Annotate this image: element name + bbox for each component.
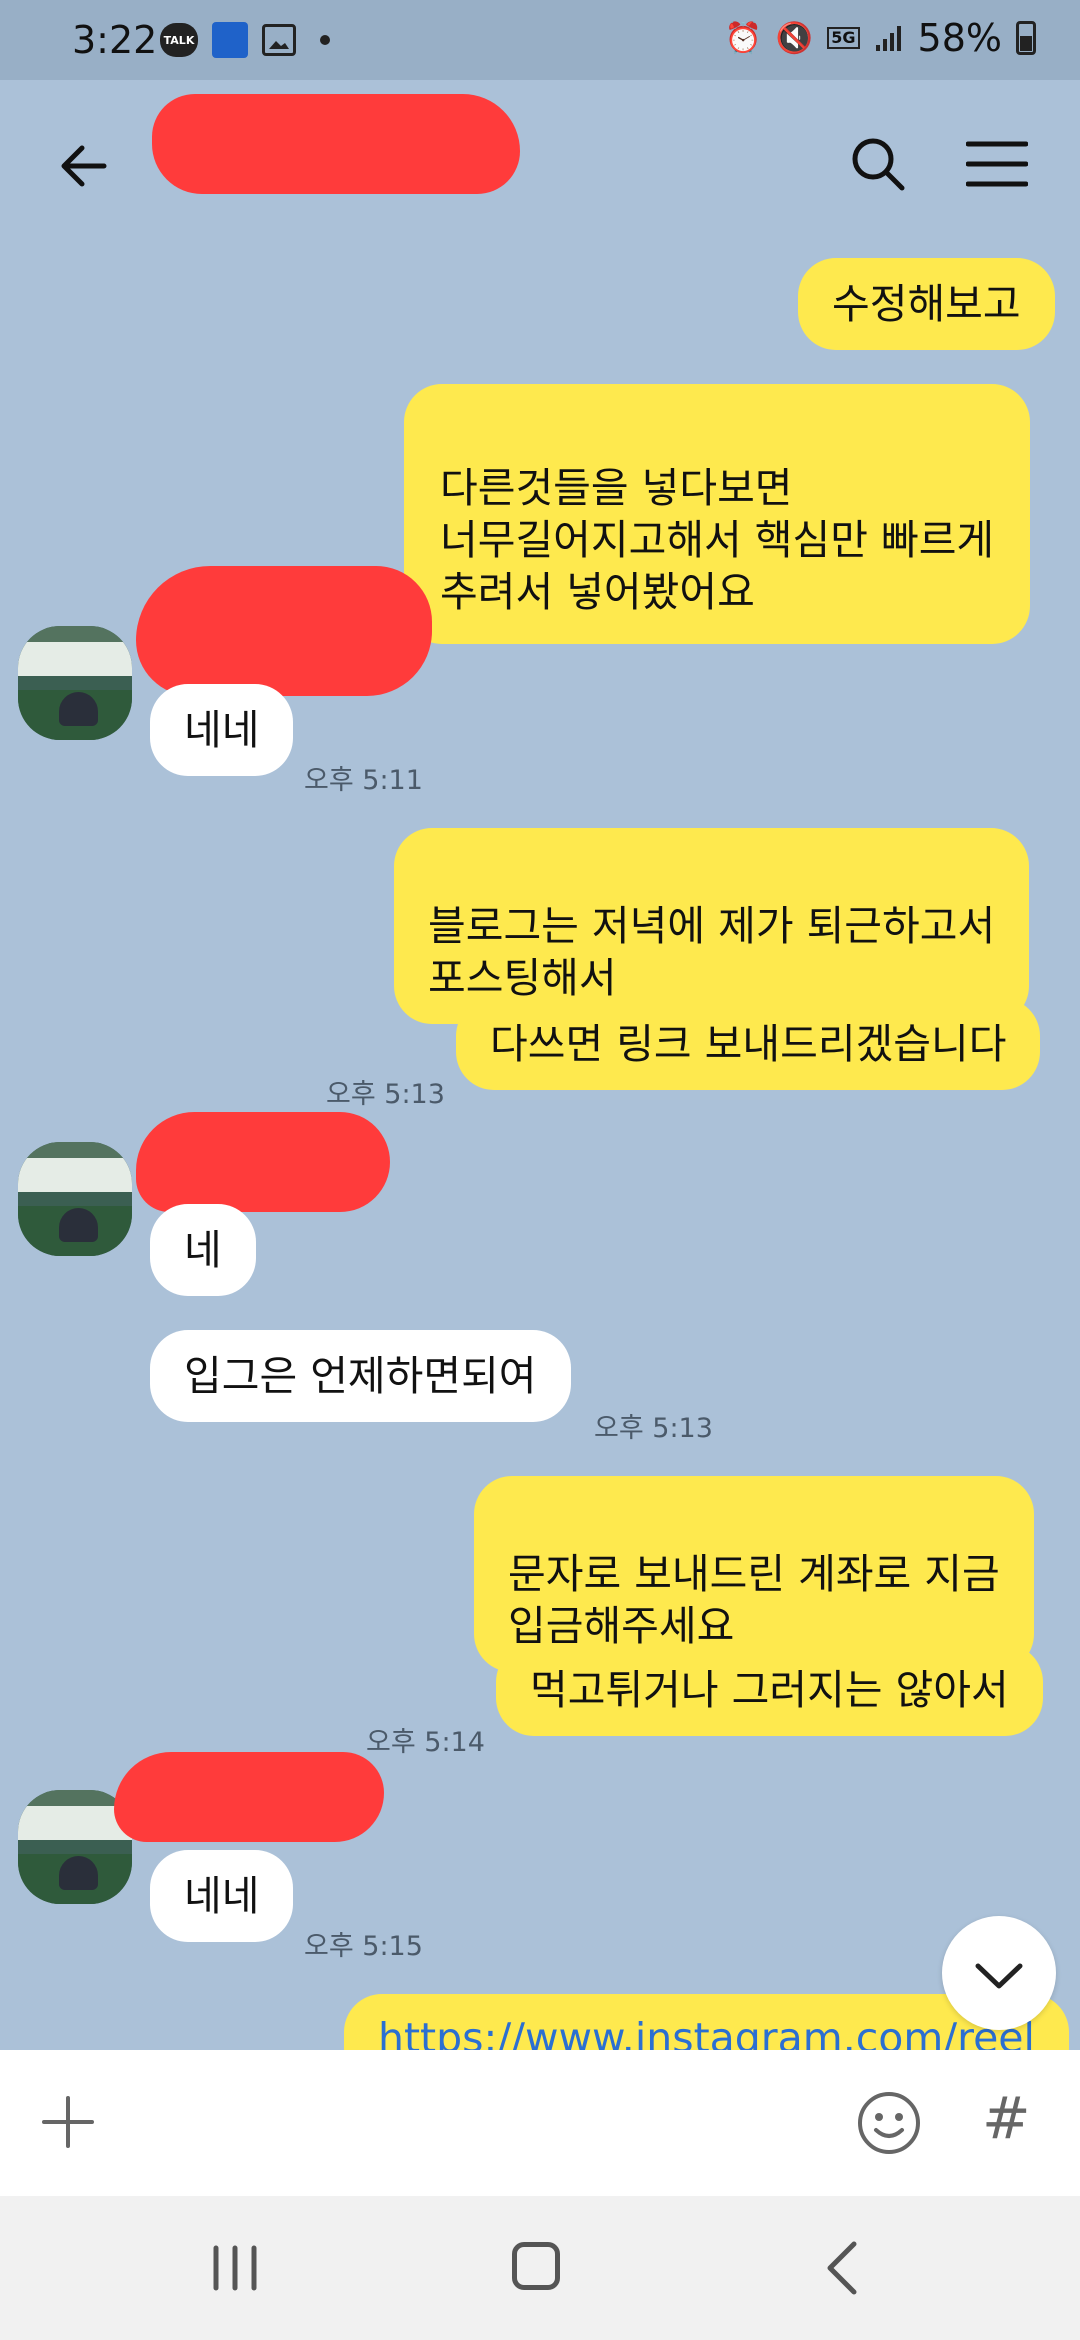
status-bar: 3:22 TALK ⏰ 🔇 5G 58% — [0, 0, 1080, 80]
recent-apps-icon[interactable] — [210, 2244, 260, 2292]
hashtag-search-button[interactable]: # — [982, 2084, 1031, 2152]
kakaotalk-notification-icon: TALK — [160, 23, 198, 57]
app-notification-icon — [212, 22, 248, 58]
battery-icon — [1016, 21, 1036, 55]
message-text: 네네 — [184, 1872, 260, 1920]
status-time: 3:22 — [72, 18, 158, 62]
message-text: 다른것들을 넣다보면 너무길어지고해서 핵심만 빠르게 추려서 넣어봤어요 — [440, 464, 995, 616]
hamburger-menu-icon[interactable] — [966, 140, 1028, 188]
back-arrow-icon[interactable] — [54, 136, 114, 196]
alarm-icon: ⏰ — [724, 20, 762, 56]
message-text: 네 — [184, 1226, 222, 1274]
message-text: 문자로 보내드린 계좌로 지금 입금해주세요 — [508, 1550, 1000, 1650]
message-text: 수정해보고 — [832, 280, 1021, 328]
my-message-bubble[interactable]: 다른것들을 넣다보면 너무길어지고해서 핵심만 빠르게 추려서 넣어봤어요 — [404, 384, 1031, 644]
scroll-to-bottom-button[interactable] — [942, 1916, 1056, 2030]
message-timestamp: 오후 5:13 — [594, 1413, 713, 1444]
message-input-bar: # — [0, 2050, 1080, 2196]
notification-icons: TALK — [160, 22, 330, 58]
message-timestamp: 오후 5:14 — [366, 1727, 485, 1758]
avatar[interactable] — [18, 626, 132, 740]
mute-icon: 🔇 — [775, 20, 814, 56]
message-timestamp: 오후 5:11 — [304, 765, 423, 796]
system-navigation-bar — [0, 2196, 1080, 2340]
signal-icon — [875, 26, 901, 51]
other-message-bubble[interactable]: 네 — [150, 1204, 256, 1296]
plus-icon[interactable] — [40, 2094, 96, 2150]
redacted-sender-name — [136, 566, 432, 696]
chevron-down-icon — [975, 1963, 1023, 1989]
network-5g-icon: 5G — [827, 27, 860, 49]
message-timestamp: 오후 5:13 — [326, 1079, 445, 1110]
message-timestamp: 오후 5:15 — [304, 1931, 423, 1962]
other-message-bubble[interactable]: 입그은 언제하면되여 — [150, 1330, 571, 1422]
message-text: 입그은 언제하면되여 — [184, 1352, 537, 1400]
system-icons: ⏰ 🔇 5G 58% — [725, 16, 1036, 60]
home-icon[interactable] — [512, 2242, 560, 2290]
other-message-bubble[interactable]: 네네 — [150, 1850, 294, 1942]
battery-percentage: 58% — [917, 16, 1002, 60]
nav-back-icon[interactable] — [822, 2240, 862, 2296]
my-message-bubble[interactable]: 수정해보고 — [798, 258, 1055, 350]
emoji-icon[interactable] — [856, 2090, 922, 2156]
my-message-bubble[interactable]: 다쓰면 링크 보내드리겠습니다 — [456, 998, 1041, 1090]
chat-header — [0, 80, 1080, 250]
redacted-sender-name — [114, 1752, 384, 1842]
my-message-bubble[interactable]: 블로그는 저녁에 제가 퇴근하고서 포스팅해서 — [394, 828, 1030, 1024]
my-message-bubble[interactable]: 먹고튀거나 그러지는 않아서 — [496, 1644, 1043, 1736]
search-icon[interactable] — [848, 134, 908, 194]
message-link-text[interactable]: https://www.instagram.com/reel — [378, 2014, 1035, 2050]
message-text: 다쓰면 링크 보내드리겠습니다 — [490, 1020, 1007, 1068]
redacted-chat-title — [152, 94, 520, 194]
redacted-sender-name — [136, 1112, 390, 1212]
message-text: 네네 — [184, 706, 260, 754]
avatar[interactable] — [18, 1142, 132, 1256]
gallery-notification-icon — [262, 24, 296, 56]
my-message-bubble[interactable]: 문자로 보내드린 계좌로 지금 입금해주세요 — [474, 1476, 1034, 1672]
more-notifications-dot-icon — [320, 35, 330, 45]
message-text: 블로그는 저녁에 제가 퇴근하고서 포스팅해서 — [428, 902, 996, 1002]
message-text: 먹고튀거나 그러지는 않아서 — [530, 1666, 1009, 1714]
other-message-bubble[interactable]: 네네 — [150, 684, 294, 776]
